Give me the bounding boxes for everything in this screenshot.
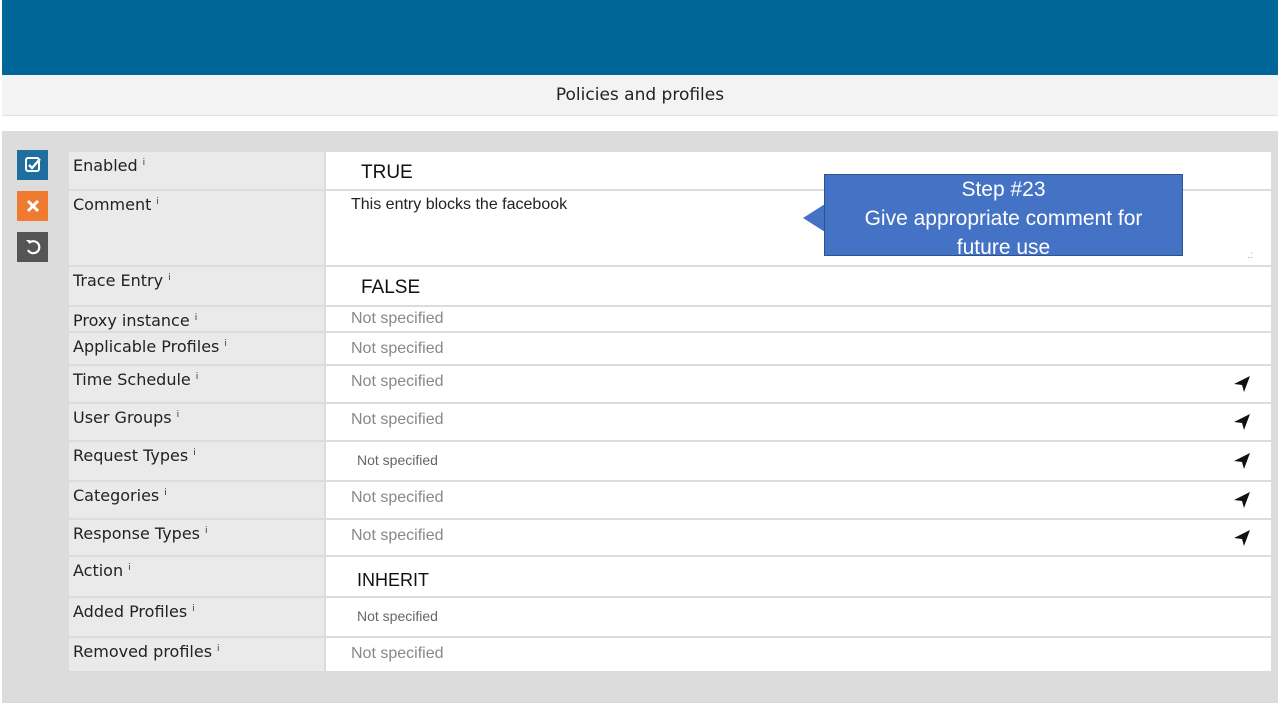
app-header-bar (2, 0, 1278, 75)
field-label-user-groups: User Groups i (69, 404, 324, 440)
time-schedule-value[interactable]: Not specified (326, 366, 1271, 402)
form-row-proxy-instance: Proxy instance i Not specified (69, 307, 1271, 331)
field-label-removed-profiles: Removed profiles i (69, 638, 324, 671)
info-icon: i (195, 371, 199, 382)
cancel-button[interactable] (17, 191, 48, 221)
form-row-removed-profiles: Removed profiles i Not specified (69, 638, 1271, 671)
field-label-added-profiles: Added Profiles i (69, 598, 324, 636)
user-groups-value[interactable]: Not specified (326, 404, 1271, 440)
send-icon[interactable] (1233, 529, 1251, 547)
undo-icon (25, 240, 40, 255)
field-label-response-types: Response Types i (69, 520, 324, 555)
applicable-profiles-value[interactable]: Not specified (326, 333, 1271, 364)
field-label-request-types: Request Types i (69, 442, 324, 480)
comment-text: This entry blocks the facebook (351, 196, 568, 213)
request-types-value[interactable]: Not specified (326, 442, 1271, 480)
form-row-user-groups: User Groups i Not specified (69, 404, 1271, 440)
response-types-value[interactable]: Not specified (326, 520, 1271, 555)
info-icon: i (142, 157, 146, 168)
send-icon[interactable] (1233, 375, 1251, 393)
info-icon: i (217, 643, 220, 654)
info-icon: i (156, 196, 159, 207)
send-icon[interactable] (1233, 491, 1251, 509)
info-icon: i (194, 312, 198, 323)
page-title: Policies and profiles (2, 75, 1278, 116)
form-row-added-profiles: Added Profiles i Not specified (69, 598, 1271, 636)
form-row-trace-entry: Trace Entry i FALSE (69, 267, 1271, 305)
callout-pointer (803, 204, 825, 232)
proxy-instance-value[interactable]: Not specified (326, 307, 1271, 331)
confirm-button[interactable] (17, 150, 48, 180)
field-label-time-schedule: Time Schedule i (69, 366, 324, 402)
resize-handle-icon[interactable]: .: (1247, 251, 1253, 261)
categories-value[interactable]: Not specified (326, 482, 1271, 518)
info-icon: i (205, 525, 208, 536)
info-icon: i (164, 487, 167, 498)
field-label-enabled: Enabled i (69, 152, 324, 189)
step-callout: Step #23 Give appropriate comment for fu… (824, 174, 1183, 259)
check-square-icon (24, 157, 41, 172)
field-label-comment: Comment i (69, 191, 324, 265)
callout-instruction: Give appropriate comment for (864, 207, 1143, 230)
close-icon (26, 199, 39, 213)
send-icon[interactable] (1233, 452, 1251, 470)
action-value[interactable]: INHERIT (326, 557, 1271, 596)
info-icon: i (176, 409, 180, 420)
field-label-action: Action i (69, 557, 324, 596)
info-icon: i (193, 447, 196, 458)
added-profiles-value[interactable]: Not specified (326, 598, 1271, 636)
form-row-action: Action i INHERIT (69, 557, 1271, 596)
form-row-response-types: Response Types i Not specified (69, 520, 1271, 555)
revert-button[interactable] (17, 232, 48, 262)
form-row-time-schedule: Time Schedule i Not specified (69, 366, 1271, 402)
field-label-applicable-profiles: Applicable Profiles i (69, 333, 324, 364)
info-icon: i (168, 272, 171, 283)
action-toolbar (17, 150, 48, 273)
form-row-categories: Categories i Not specified (69, 482, 1271, 518)
field-label-categories: Categories i (69, 482, 324, 518)
field-label-proxy-instance: Proxy instance i (69, 307, 324, 331)
info-icon: i (128, 562, 131, 573)
removed-profiles-value[interactable]: Not specified (326, 638, 1271, 671)
send-icon[interactable] (1233, 413, 1251, 431)
form-row-request-types: Request Types i Not specified (69, 442, 1271, 480)
callout-step: Step #23 (961, 178, 1046, 201)
info-icon: i (224, 338, 227, 349)
info-icon: i (192, 603, 195, 614)
field-label-trace-entry: Trace Entry i (69, 267, 324, 305)
trace-entry-value[interactable]: FALSE (326, 267, 1271, 305)
callout-instruction-cont: future use (956, 236, 1051, 259)
form-row-applicable-profiles: Applicable Profiles i Not specified (69, 333, 1271, 364)
